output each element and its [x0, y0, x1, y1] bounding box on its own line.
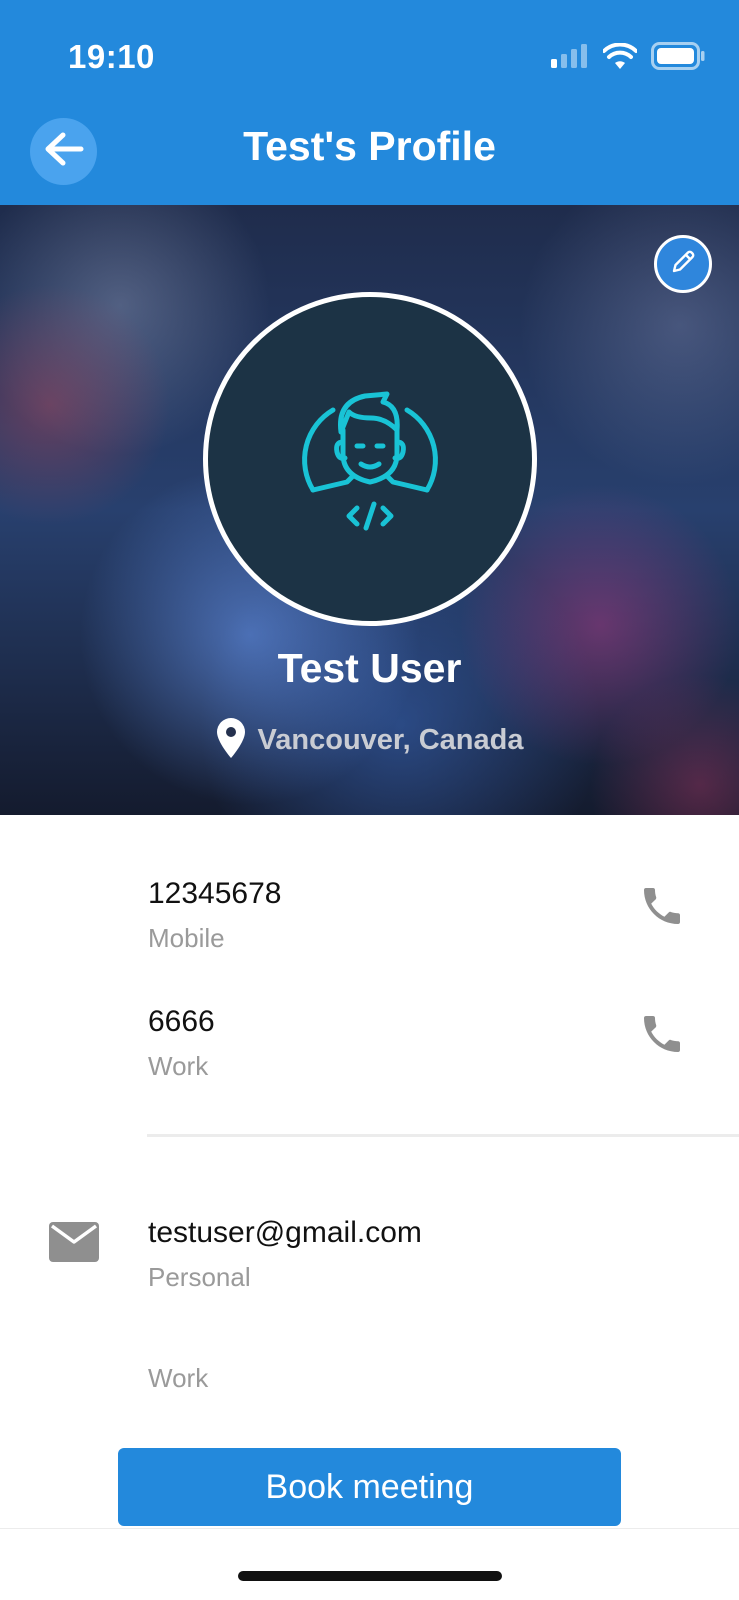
- home-indicator[interactable]: [238, 1571, 502, 1581]
- back-button[interactable]: [30, 118, 97, 185]
- profile-screen: 19:10 Test's Profile Test User Vancouver…: [0, 0, 739, 1600]
- email-address: testuser@gmail.com: [148, 1216, 422, 1249]
- mail-icon: [47, 1215, 101, 1269]
- phone-number: 12345678: [148, 877, 282, 910]
- phone-row-work: 6666 Work: [0, 945, 739, 1081]
- call-mobile-button[interactable]: [635, 881, 689, 935]
- status-time: 19:10: [68, 38, 155, 75]
- book-meeting-button[interactable]: Book meeting: [118, 1448, 621, 1526]
- phone-number: 6666: [148, 1005, 215, 1038]
- email-row-work[interactable]: Work: [0, 1297, 739, 1417]
- phone-icon: [638, 1010, 686, 1063]
- phone-row-mobile: 12345678 Mobile: [0, 815, 739, 953]
- cellular-signal-icon: [551, 44, 589, 73]
- bottom-bar: [0, 1528, 739, 1600]
- location-text: Vancouver, Canada: [257, 724, 524, 756]
- email-type-label: Personal: [148, 1262, 251, 1292]
- developer-avatar-icon: [285, 372, 455, 547]
- profile-name: Test User: [277, 645, 462, 691]
- wifi-icon: [602, 42, 638, 74]
- profile-hero: Test User Vancouver, Canada: [0, 205, 739, 815]
- phone-type-label: Work: [148, 1051, 209, 1081]
- map-pin-icon: [216, 717, 246, 764]
- email-row-personal[interactable]: testuser@gmail.com Personal: [0, 1137, 739, 1297]
- avatar: [203, 292, 537, 626]
- arrow-left-icon: [44, 131, 84, 172]
- battery-icon: [651, 42, 705, 75]
- page-title: Test's Profile: [243, 123, 496, 169]
- header: 19:10 Test's Profile: [0, 0, 739, 205]
- edit-profile-button[interactable]: [654, 235, 712, 293]
- pencil-icon: [668, 247, 698, 282]
- email-type-label: Work: [148, 1363, 209, 1393]
- phone-icon: [638, 882, 686, 935]
- call-work-button[interactable]: [635, 1009, 689, 1063]
- status-icons: [551, 42, 705, 75]
- profile-location: Vancouver, Canada: [0, 717, 739, 764]
